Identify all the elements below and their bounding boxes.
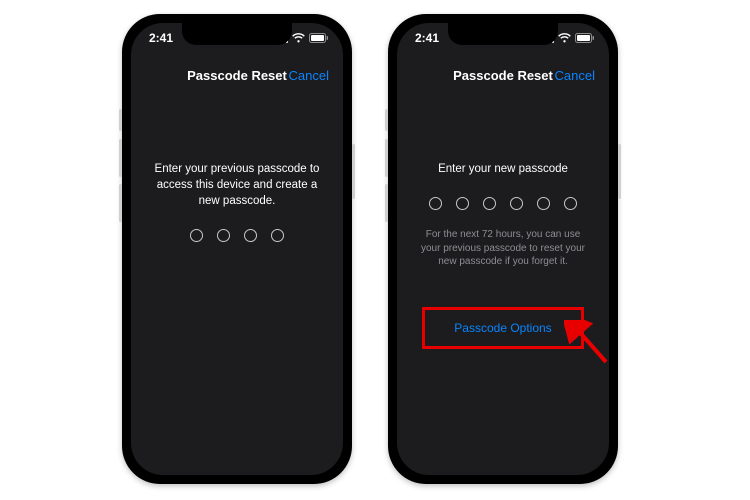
page-title: Passcode Reset	[453, 68, 553, 83]
battery-icon	[309, 33, 329, 43]
passcode-dot	[537, 197, 550, 210]
status-time: 2:41	[415, 31, 439, 45]
passcode-dot	[217, 229, 230, 242]
passcode-dot	[510, 197, 523, 210]
hint-text: For the next 72 hours, you can use your …	[418, 228, 588, 269]
status-time: 2:41	[149, 31, 173, 45]
cancel-button[interactable]: Cancel	[555, 68, 595, 83]
passcode-options-button[interactable]: Passcode Options	[436, 311, 569, 345]
passcode-dot	[456, 197, 469, 210]
volume-up-button	[385, 139, 388, 177]
screen-right: 2:41 Passcode Reset Cancel Enter your ne…	[397, 23, 609, 475]
wifi-icon	[292, 33, 305, 43]
content-area: Enter your previous passcode to access t…	[131, 93, 343, 475]
cancel-button[interactable]: Cancel	[289, 68, 329, 83]
notch	[448, 23, 558, 45]
passcode-dot	[190, 229, 203, 242]
page-title: Passcode Reset	[187, 68, 287, 83]
nav-bar: Passcode Reset Cancel	[397, 57, 609, 93]
volume-up-button	[119, 139, 122, 177]
nav-bar: Passcode Reset Cancel	[131, 57, 343, 93]
screen-left: 2:41 Passcode Reset Cancel Enter your pr…	[131, 23, 343, 475]
passcode-dots[interactable]	[429, 197, 577, 210]
volume-down-button	[385, 184, 388, 222]
notch	[182, 23, 292, 45]
passcode-dot	[429, 197, 442, 210]
passcode-dot	[564, 197, 577, 210]
power-button	[352, 144, 355, 199]
device-frame-right: 2:41 Passcode Reset Cancel Enter your ne…	[388, 14, 618, 484]
prompt-text: Enter your new passcode	[438, 161, 568, 177]
passcode-options-wrapper: Passcode Options	[436, 311, 569, 345]
passcode-dot	[244, 229, 257, 242]
mute-switch	[119, 109, 122, 131]
device-frame-left: 2:41 Passcode Reset Cancel Enter your pr…	[122, 14, 352, 484]
prompt-text: Enter your previous passcode to access t…	[149, 161, 325, 209]
content-area: Enter your new passcode For the next 72 …	[397, 93, 609, 475]
battery-icon	[575, 33, 595, 43]
power-button	[618, 144, 621, 199]
mute-switch	[385, 109, 388, 131]
passcode-dots[interactable]	[190, 229, 284, 242]
volume-down-button	[119, 184, 122, 222]
passcode-dot	[483, 197, 496, 210]
wifi-icon	[558, 33, 571, 43]
passcode-dot	[271, 229, 284, 242]
